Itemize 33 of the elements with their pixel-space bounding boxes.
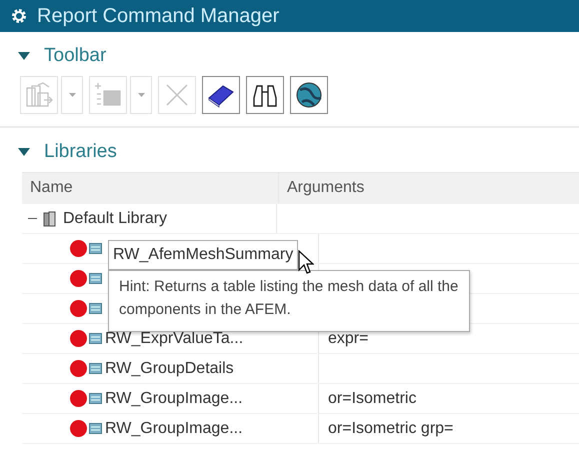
cursor-icon: [298, 250, 314, 274]
command-icon: [89, 333, 102, 344]
toolbar-button[interactable]: [290, 76, 328, 114]
command-name[interactable]: RW_GroupImage...: [105, 390, 243, 408]
arguments-text: or=Isometric grp=: [328, 420, 454, 438]
caret-icon: [18, 52, 30, 60]
library-name[interactable]: Default Library: [63, 210, 168, 228]
command-icon: [89, 423, 102, 434]
arguments-text: or=Isometric: [328, 390, 416, 408]
window-title: Report Command Manager: [37, 4, 280, 28]
command-icon: [89, 303, 102, 314]
command-icon: [89, 243, 102, 254]
section-header[interactable]: Libraries: [0, 138, 579, 166]
column-header[interactable]: Arguments: [279, 173, 579, 203]
toolbar-button[interactable]: [246, 76, 284, 114]
arguments-text: expr=: [328, 330, 368, 348]
globe-icon: [294, 80, 324, 110]
settings-icon[interactable]: [10, 7, 28, 25]
library-icon: [43, 210, 57, 226]
caret-icon: [138, 93, 144, 97]
command-icon: [89, 393, 102, 404]
command-name[interactable]: RW_GroupDetails: [105, 360, 234, 378]
command-icon: [89, 273, 102, 284]
command-name[interactable]: RW_GroupImage...: [105, 420, 243, 438]
caret-icon: [68, 93, 76, 97]
name-tooltip: RW_AfemMeshSummary: [108, 240, 298, 270]
caret-icon: [18, 148, 30, 156]
command-name[interactable]: RW_ExprValueTa...: [105, 330, 244, 348]
section-header[interactable]: Toolbar: [0, 42, 579, 70]
command-icon: [89, 363, 102, 374]
toolbar-button[interactable]: [202, 76, 240, 114]
column-header[interactable]: Name: [22, 173, 279, 203]
hint-tooltip: Hint: Returns a table listing the mesh data of all the components in the AFEM.: [108, 270, 470, 332]
